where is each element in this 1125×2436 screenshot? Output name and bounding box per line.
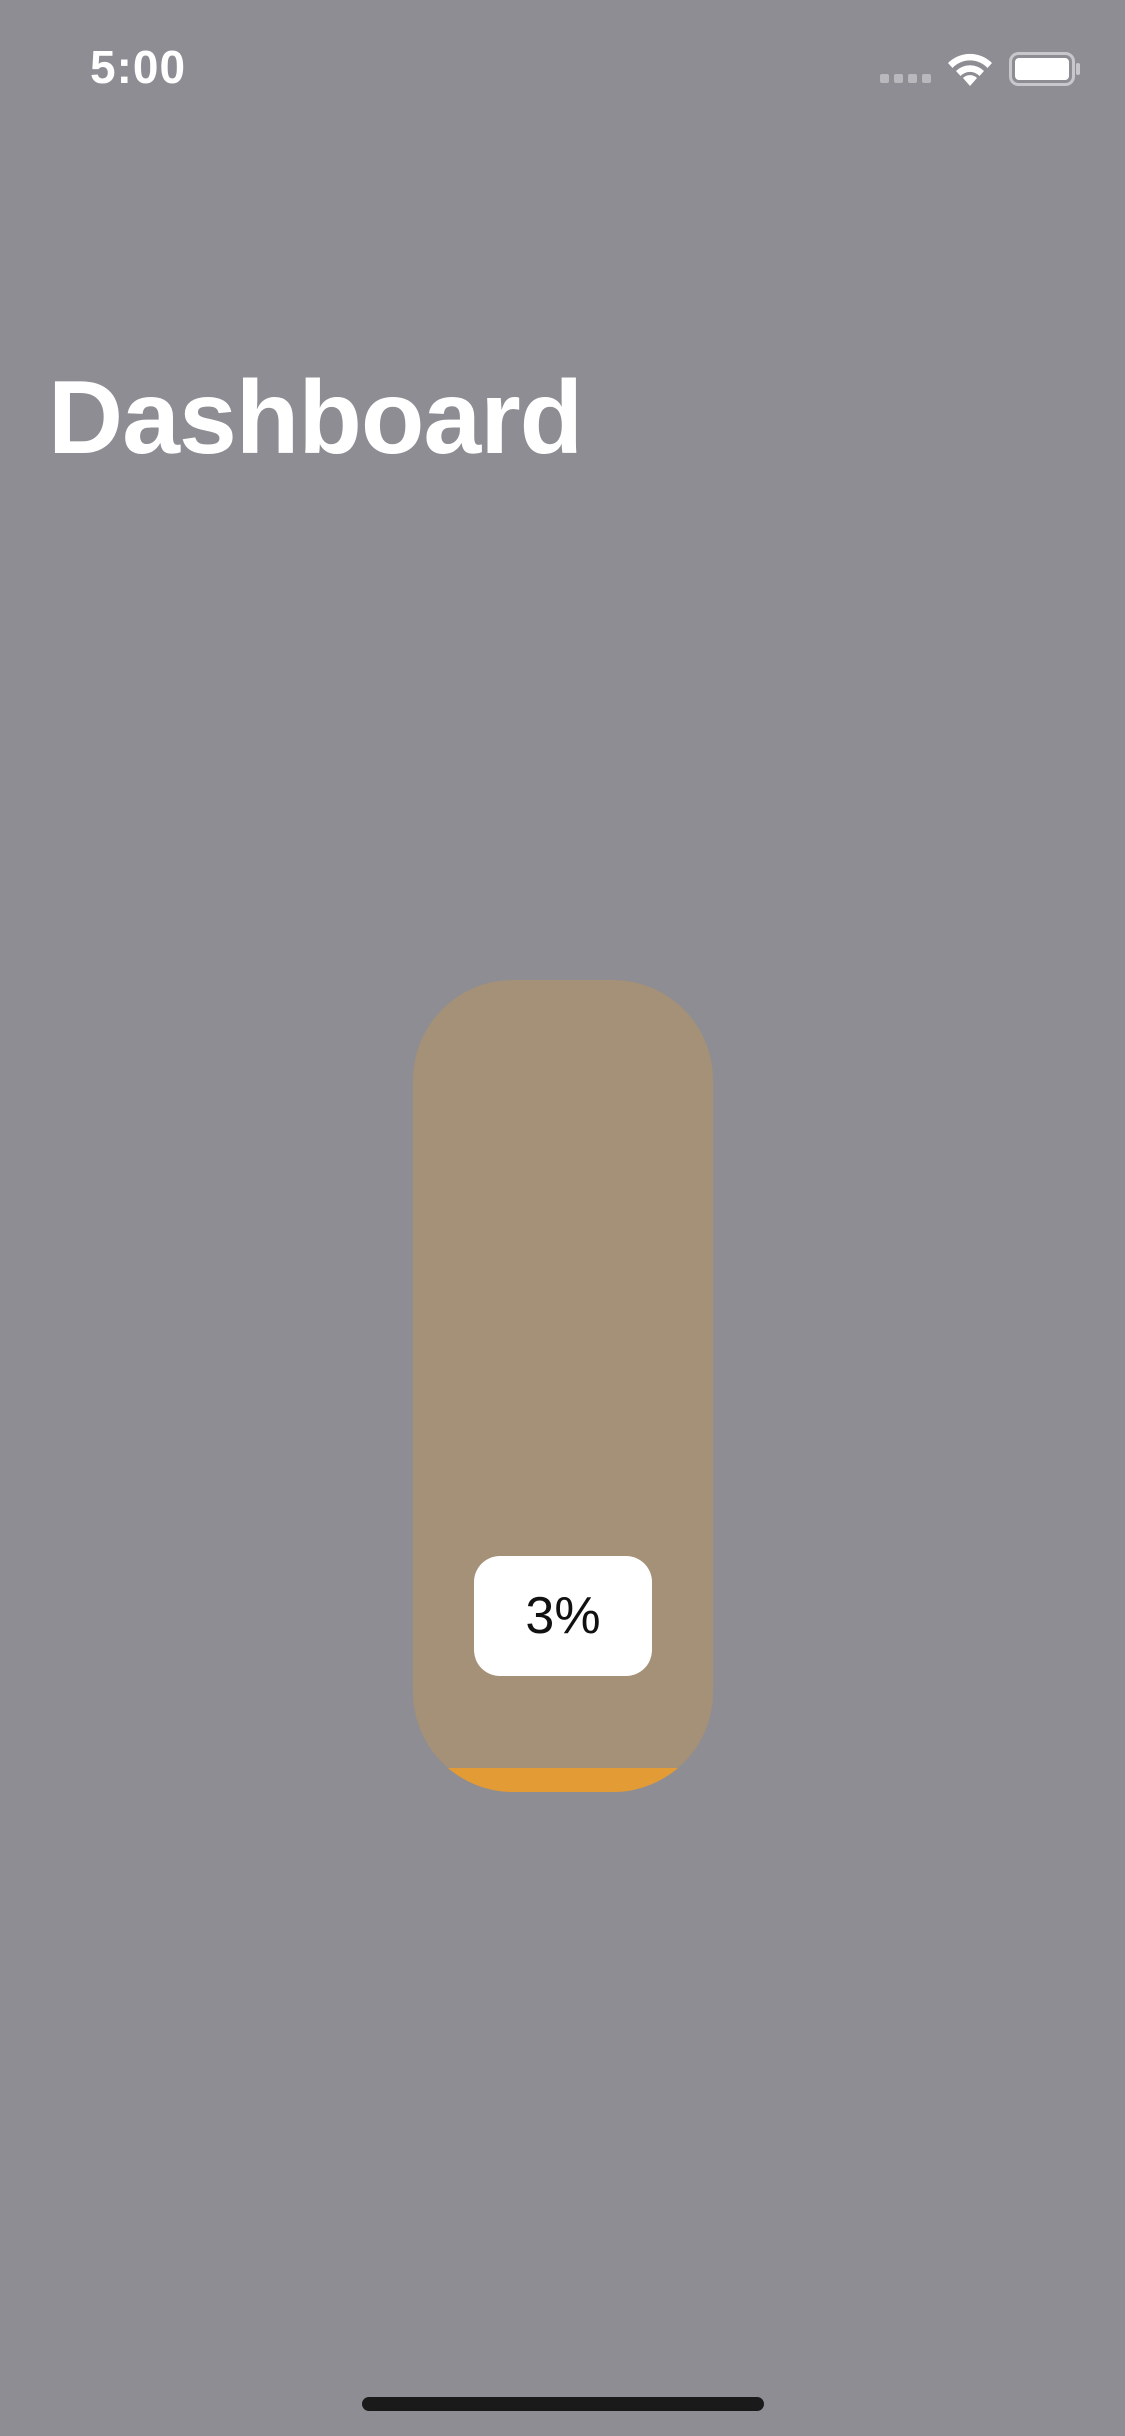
status-bar: 5:00 (0, 0, 1125, 132)
battery-icon (1009, 52, 1080, 86)
dashboard-screen: 5:00 Dashboard 3% (0, 0, 1125, 2436)
cellular-signal-icon (880, 74, 934, 84)
page-title: Dashboard (48, 359, 583, 476)
slider-value-label: 3% (525, 1587, 601, 1645)
status-time: 5:00 (90, 41, 187, 93)
slider-fill (413, 1767, 713, 1792)
slider-value-badge: 3% (474, 1556, 652, 1676)
wifi-icon (948, 53, 992, 86)
home-indicator[interactable] (362, 2397, 764, 2411)
